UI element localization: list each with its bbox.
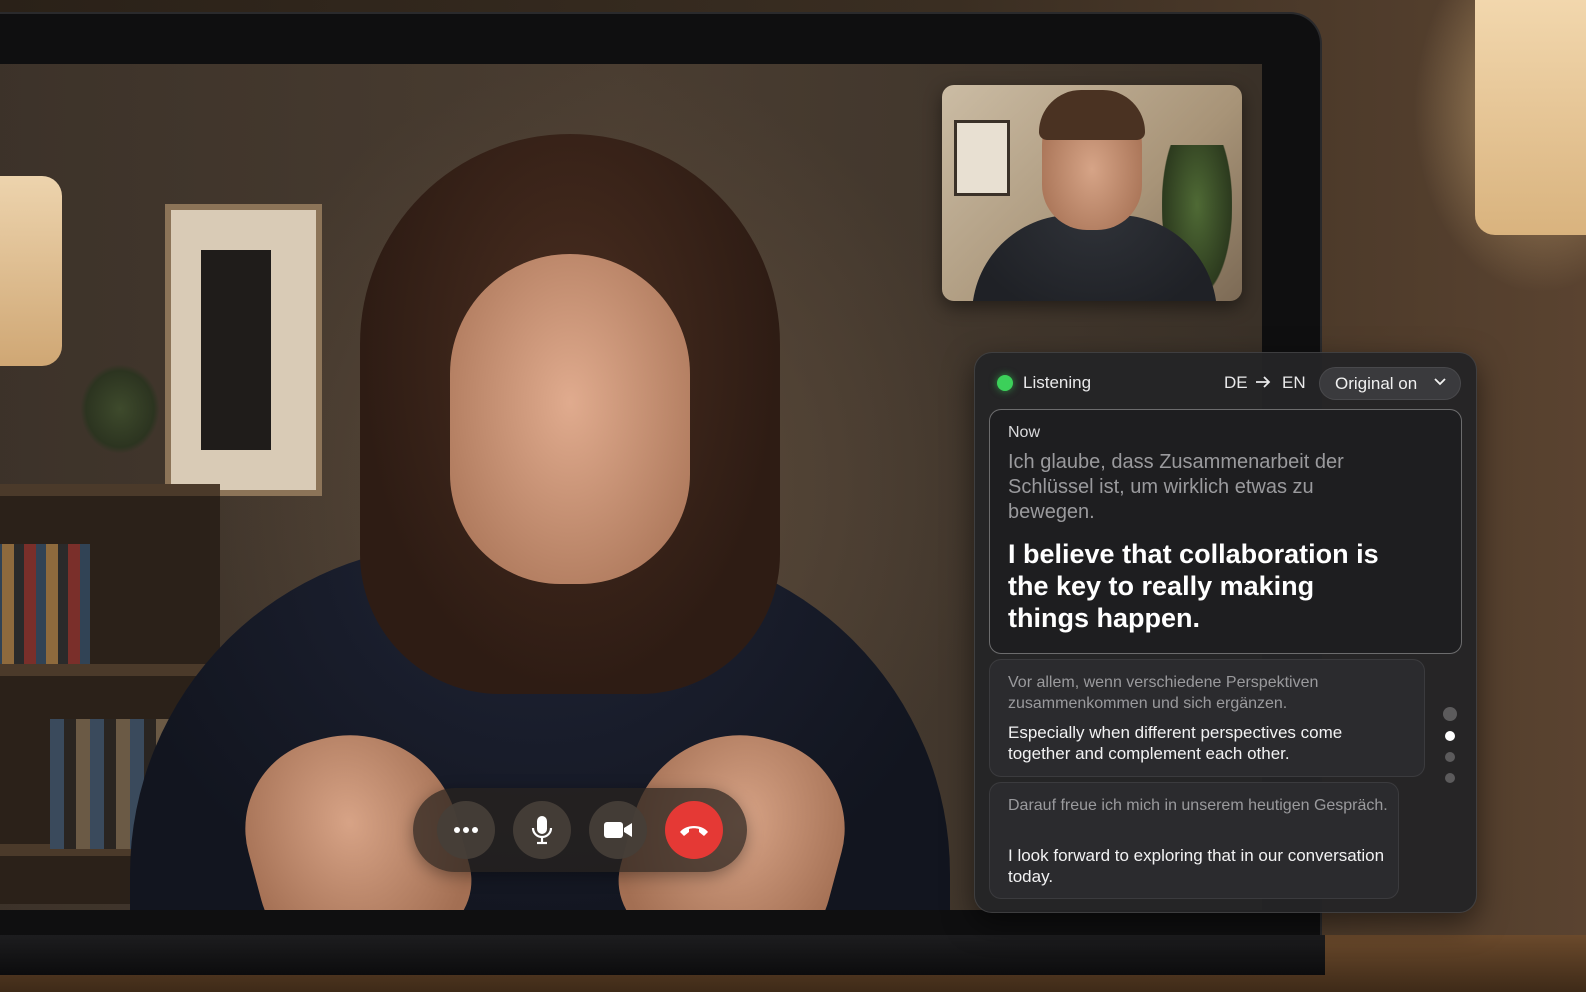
current-caption-card: Now Ich glaube, dass Zusammenarbeit der … — [989, 409, 1462, 654]
more-options-button[interactable] — [437, 801, 495, 859]
current-translated-text: I believe that collaboration is the key … — [1008, 539, 1379, 633]
end-call-icon — [680, 826, 708, 836]
self-view-pip[interactable] — [942, 85, 1242, 301]
pager-dot-active[interactable] — [1445, 731, 1455, 741]
pager-dot[interactable] — [1443, 707, 1457, 721]
pip-hair — [1039, 90, 1145, 140]
current-original-text: Ich glaube, dass Zusammenarbeit der Schl… — [1008, 451, 1344, 523]
history-translated-text: I look forward to exploring that in our … — [1008, 846, 1385, 886]
source-language[interactable]: DE — [1224, 373, 1248, 393]
pager-dot[interactable] — [1445, 773, 1455, 783]
background-lamp — [0, 176, 62, 366]
more-horizontal-icon — [454, 827, 478, 833]
camera-button[interactable] — [589, 801, 647, 859]
call-controls-bar — [413, 788, 747, 872]
target-language[interactable]: EN — [1282, 373, 1306, 393]
listening-status-label: Listening — [1023, 373, 1092, 392]
caption-pager — [1443, 707, 1457, 787]
history-translated-text: Especially when different perspectives c… — [1008, 723, 1343, 763]
now-label: Now — [1008, 424, 1041, 441]
original-mode-label: Original on — [1335, 373, 1418, 393]
end-call-button[interactable] — [665, 801, 723, 859]
background-books — [0, 544, 90, 664]
laptop-base — [0, 935, 1325, 975]
microphone-button[interactable] — [513, 801, 571, 859]
microphone-icon — [531, 816, 553, 845]
history-original-text: Vor allem, wenn verschiedene Perspektive… — [1008, 674, 1319, 712]
listening-status-indicator — [997, 375, 1013, 391]
live-translation-panel: Listening DE EN Original on Now Ich glau… — [974, 352, 1477, 913]
participant-face — [450, 254, 690, 584]
caption-history-item[interactable]: Darauf freue ich mich in unserem heutige… — [989, 782, 1399, 899]
room-lamp — [1475, 0, 1586, 235]
arrow-right-icon — [1256, 376, 1271, 388]
pip-wall-frame — [954, 120, 1010, 196]
video-camera-icon — [604, 822, 632, 838]
original-mode-dropdown[interactable]: Original on — [1319, 367, 1461, 400]
history-original-text: Darauf freue ich mich in unserem heutige… — [1008, 797, 1388, 814]
caption-history-item[interactable]: Vor allem, wenn verschiedene Perspektive… — [989, 659, 1425, 777]
chevron-down-icon — [1434, 378, 1446, 386]
translation-panel-header: Listening DE EN Original on — [975, 353, 1476, 415]
pager-dot[interactable] — [1445, 752, 1455, 762]
